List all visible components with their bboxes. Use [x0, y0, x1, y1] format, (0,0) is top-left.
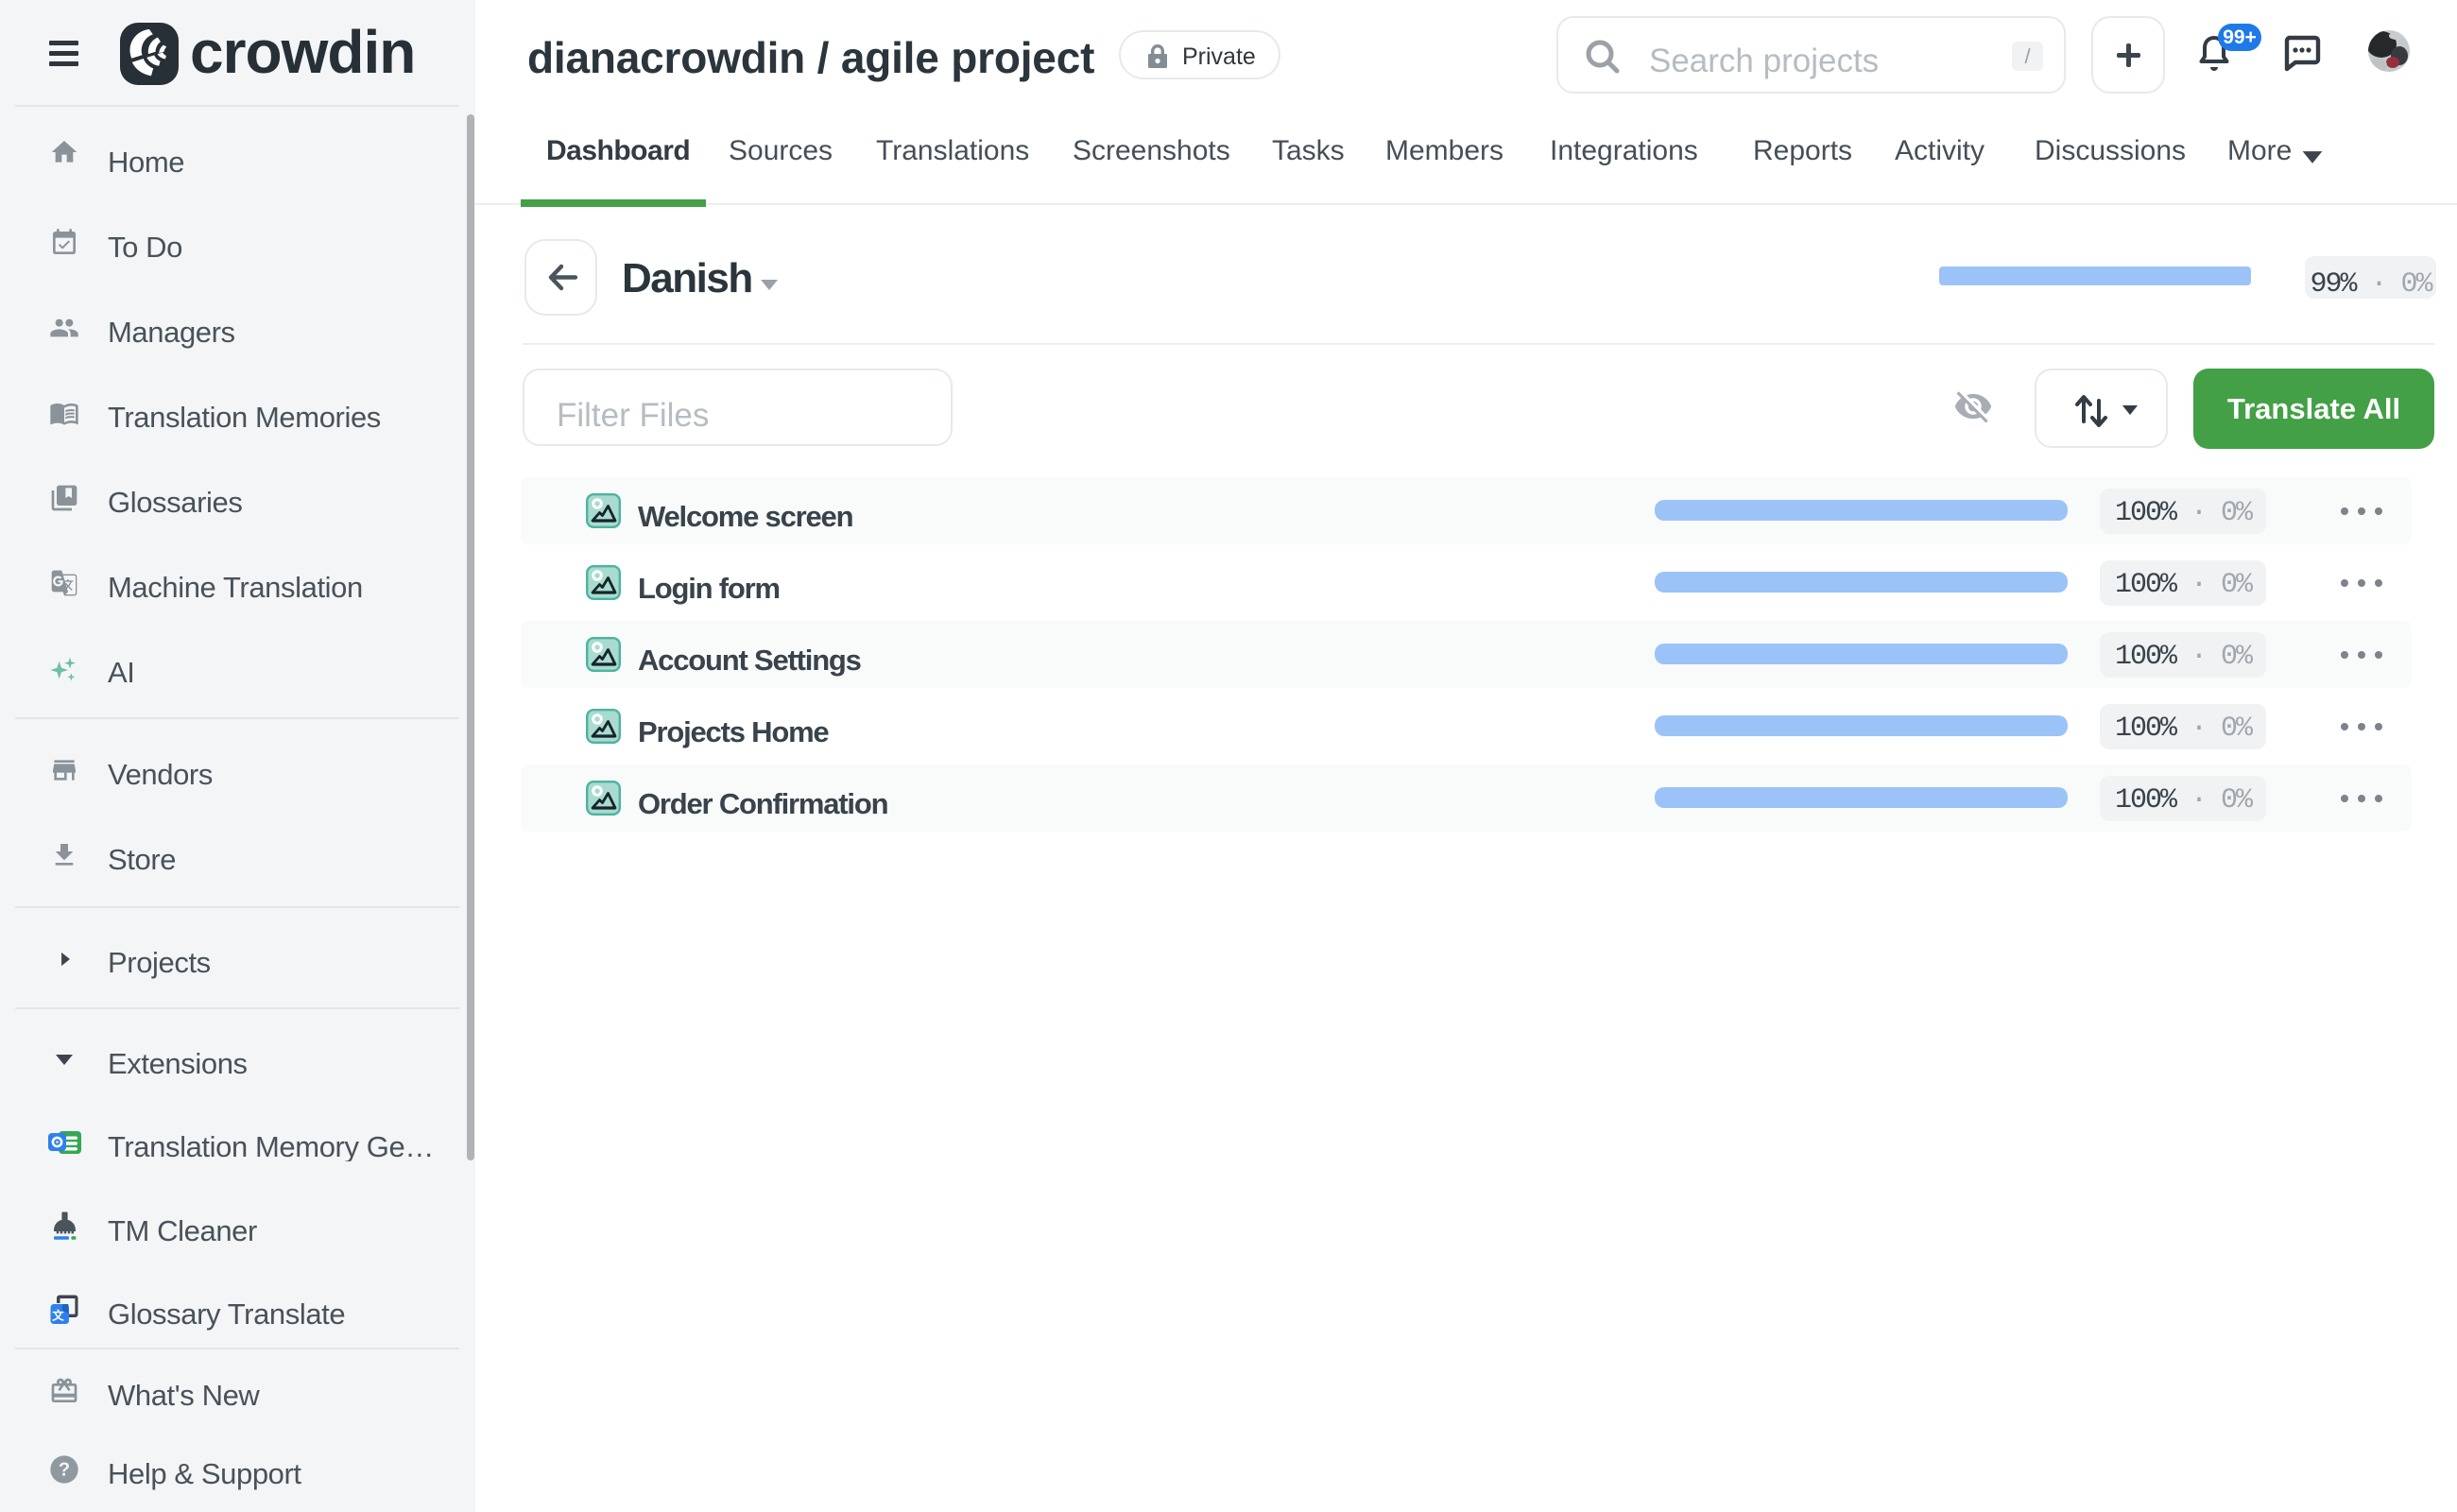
svg-text:?: ? [59, 1460, 70, 1481]
svg-text:文: 文 [52, 1309, 64, 1323]
